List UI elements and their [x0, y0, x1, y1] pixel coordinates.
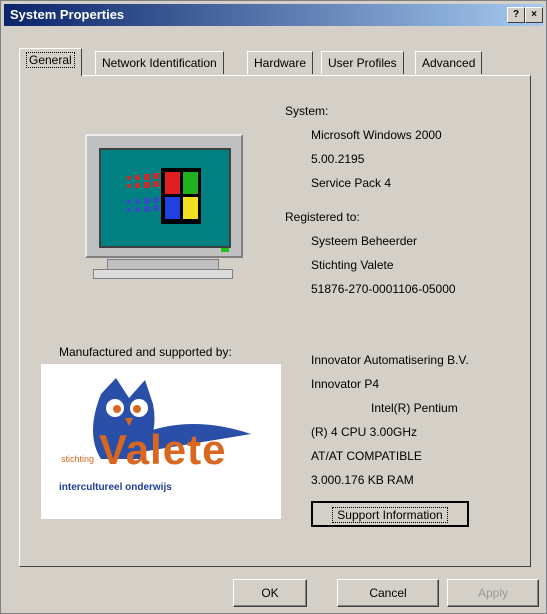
os-name: Microsoft Windows 2000: [311, 128, 442, 142]
registered-heading: Registered to:: [285, 210, 360, 224]
window-title: System Properties: [10, 7, 125, 22]
tab-hardware[interactable]: Hardware: [247, 51, 314, 74]
registered-name: Systeem Beheerder: [311, 234, 418, 248]
manufacturer-heading: Manufactured and supported by:: [59, 345, 232, 359]
logo-tagline: intercultureel onderwijs: [59, 482, 172, 493]
system-heading: System:: [285, 104, 329, 118]
apply-button[interactable]: Apply: [447, 579, 539, 607]
os-version: 5.00.2195: [311, 152, 365, 166]
tab-advanced[interactable]: Advanced: [415, 51, 483, 74]
service-pack: Service Pack 4: [311, 176, 392, 190]
support-information-button[interactable]: Support Information: [311, 501, 469, 527]
system-properties-window: System Properties ? × General Network Id…: [0, 0, 547, 614]
tab-user-profiles[interactable]: User Profiles: [321, 51, 404, 74]
product-id: 51876-270-0001106-05000: [311, 282, 456, 296]
title-bar[interactable]: System Properties ? ×: [4, 4, 543, 26]
ok-button[interactable]: OK: [233, 579, 307, 607]
windows-logo-screen: [99, 148, 231, 248]
logo-small-text: stichting: [61, 454, 95, 464]
windows-logo-icon: [127, 168, 201, 224]
processor-line-1: Intel(R) Pentium: [371, 401, 458, 415]
power-led-icon: [221, 248, 229, 252]
registered-organization: Stichting Valete: [311, 258, 394, 272]
cancel-button[interactable]: Cancel: [337, 579, 439, 607]
logo-brand: Valete: [99, 426, 227, 473]
manufacturer-name: Innovator Automatisering B.V.: [311, 353, 469, 367]
processor-line-2: (R) 4 CPU 3.00GHz: [311, 425, 418, 439]
tab-network-identification[interactable]: Network Identification: [95, 51, 224, 74]
close-button[interactable]: ×: [525, 7, 543, 23]
monitor-stand: [93, 269, 233, 279]
tab-general[interactable]: General: [19, 48, 82, 76]
monitor-icon: [85, 134, 243, 258]
model-name: Innovator P4: [311, 377, 380, 391]
help-button[interactable]: ?: [507, 7, 525, 23]
compat-info: AT/AT COMPATIBLE: [311, 449, 422, 463]
ram-info: 3.000.176 KB RAM: [311, 473, 414, 487]
manufacturer-logo: stichting Valete intercultureel onderwij…: [41, 364, 281, 519]
